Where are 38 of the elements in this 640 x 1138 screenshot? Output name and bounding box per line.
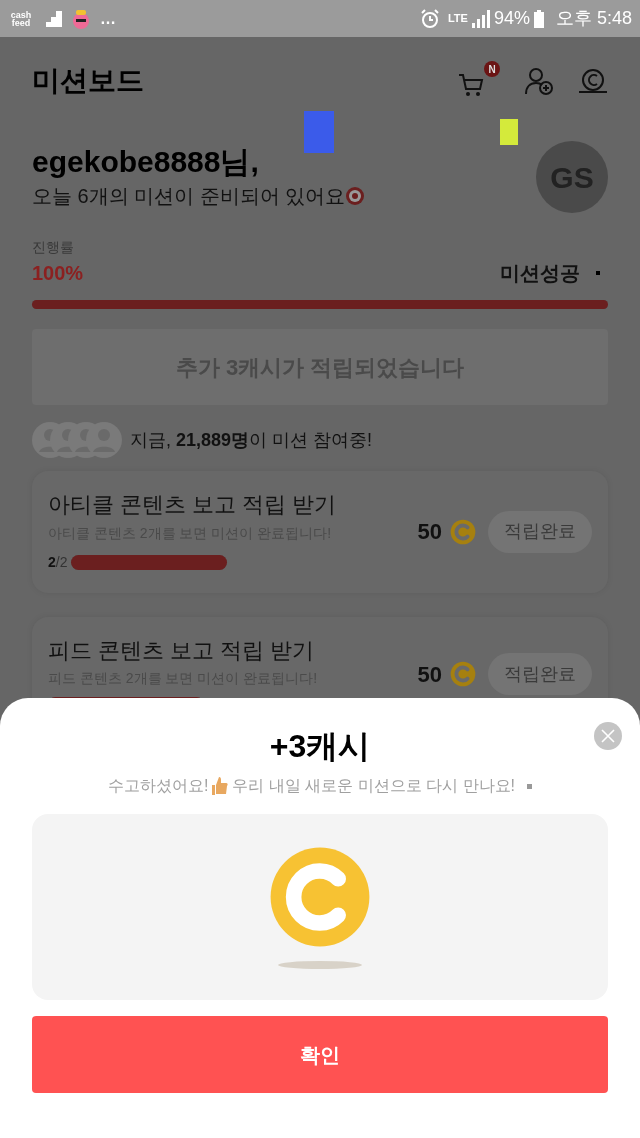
reward-amount: 50 xyxy=(417,660,442,689)
stairs-icon xyxy=(46,10,62,27)
mission-title: 아티클 콘텐츠 보고 적립 받기 xyxy=(48,491,338,519)
confetti-piece xyxy=(304,111,334,153)
confirm-button[interactable]: 확인 xyxy=(32,1016,608,1093)
square-mark-icon xyxy=(527,783,533,789)
new-badge: N xyxy=(484,61,500,77)
coin-icon xyxy=(450,661,476,688)
greeting-message: 오늘 6개의 미션이 준비되어 있어요 xyxy=(32,183,346,209)
battery-percent: 94% xyxy=(493,7,530,30)
alarm-icon xyxy=(419,8,440,29)
battery-icon xyxy=(533,9,544,28)
clock: 오후 5:48 xyxy=(555,7,632,30)
pig-icon xyxy=(70,7,92,30)
app-logo: cash feed xyxy=(9,10,33,27)
coin-history-icon[interactable] xyxy=(578,68,608,94)
coin-icon xyxy=(268,845,372,949)
cart-icon xyxy=(458,71,486,99)
mission-status: 미션성공 xyxy=(500,261,580,286)
reward-amount: 50 xyxy=(417,518,442,547)
participants-text: 지금, 21,889명이 미션 참여중! xyxy=(130,428,373,452)
more-notifications: … xyxy=(100,8,116,29)
confetti-piece xyxy=(500,119,518,145)
coin-shadow-icon xyxy=(278,961,362,969)
network-type: LTE xyxy=(447,11,468,27)
signal-icon xyxy=(471,9,490,28)
sheet-message: 우리 내일 새로운 미션으로 다시 만나요! xyxy=(232,776,516,796)
page-title: 미션보드 xyxy=(32,64,145,98)
target-icon xyxy=(345,185,366,206)
thumbs-up-icon xyxy=(212,776,229,796)
mission-title: 피드 콘텐츠 보고 적립 받기 xyxy=(48,636,316,664)
sheet-message: 수고하셨어요! xyxy=(107,776,209,796)
close-icon xyxy=(601,729,615,743)
user-name: egekobe8888님, xyxy=(32,144,260,181)
progress-percent: 100% xyxy=(32,261,85,286)
add-friend-icon[interactable] xyxy=(524,66,554,96)
cart-button[interactable]: N xyxy=(458,61,500,101)
coin-icon xyxy=(450,518,476,545)
